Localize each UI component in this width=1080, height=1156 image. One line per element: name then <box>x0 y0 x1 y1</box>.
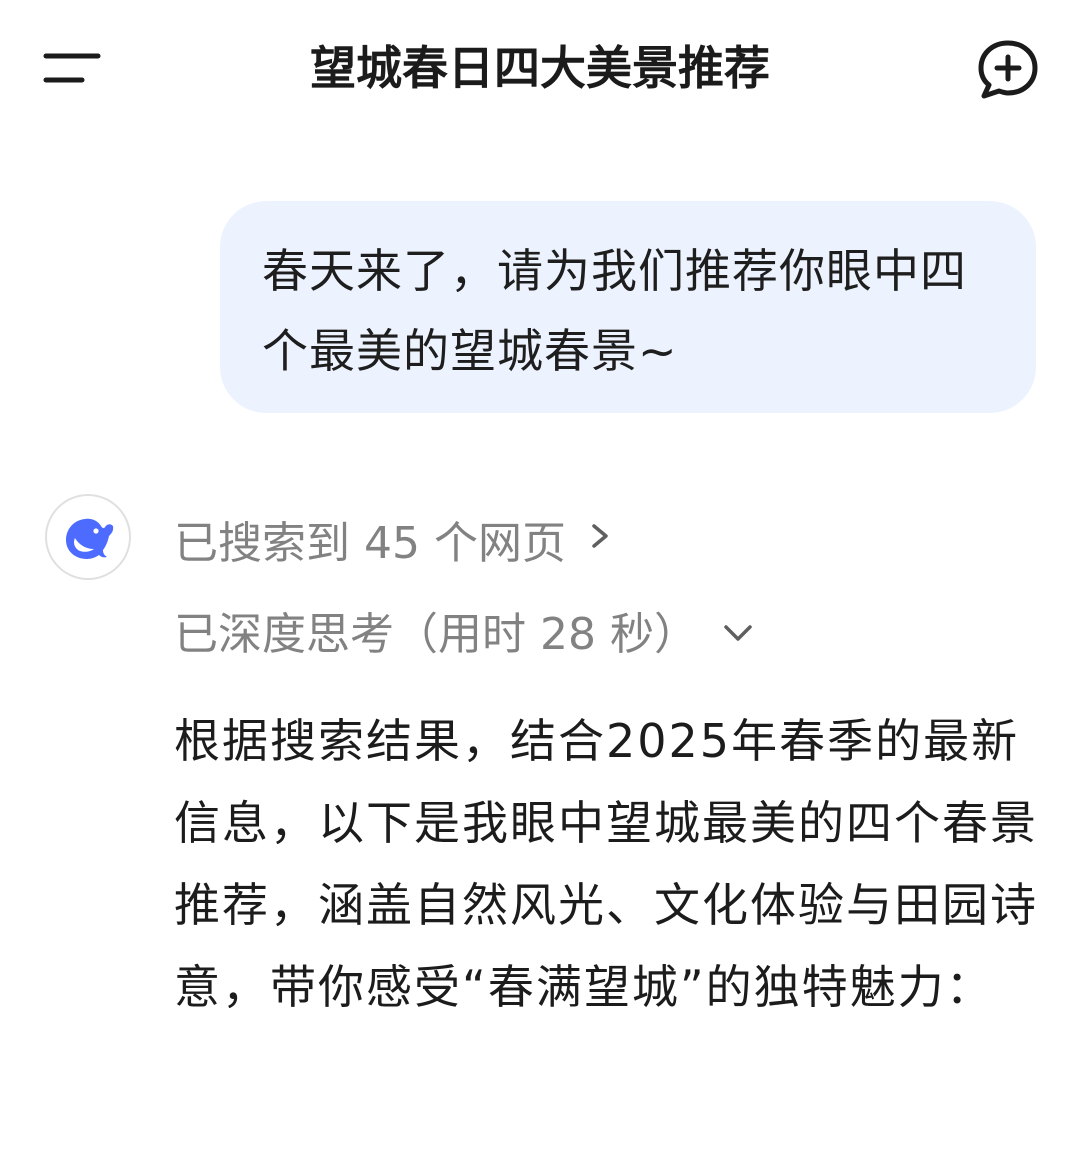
new-chat-icon <box>978 40 1038 99</box>
user-message-text: 春天来了，请为我们推荐你眼中四个最美的望城春景~ <box>262 244 967 378</box>
search-results-toggle[interactable]: 已搜索到 45 个网页 <box>174 509 612 569</box>
user-message-bubble[interactable]: 春天来了，请为我们推荐你眼中四个最美的望城春景~ <box>220 201 1036 413</box>
thinking-toggle[interactable]: 已深度思考（用时 28 秒） <box>174 600 756 660</box>
assistant-answer-text: 根据搜索结果，结合2025年春季的最新信息，以下是我眼中望城最美的四个春景推荐，… <box>174 714 1038 1014</box>
menu-icon <box>43 53 101 83</box>
menu-button[interactable] <box>40 44 104 92</box>
new-chat-button[interactable] <box>974 36 1042 102</box>
thinking-status-text: 已深度思考（用时 28 秒） <box>174 609 698 660</box>
whale-logo-icon <box>66 518 114 559</box>
chevron-right-icon <box>588 514 612 565</box>
page-title: 望城春日四大美景推荐 <box>310 41 770 95</box>
assistant-avatar <box>45 494 131 580</box>
top-bar: 望城春日四大美景推荐 <box>0 0 1080 140</box>
search-status-text: 已搜索到 45 个网页 <box>174 518 566 569</box>
chevron-down-icon <box>720 605 756 656</box>
